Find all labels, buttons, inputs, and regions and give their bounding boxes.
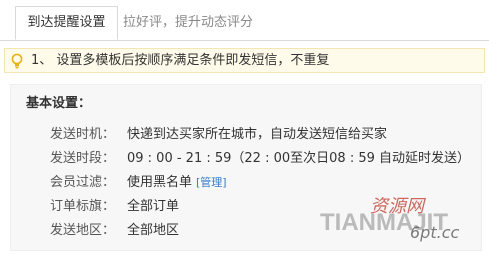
tab-good-reviews[interactable]: 拉好评，提升动态评分 [123,6,253,40]
member-filter-value-wrap: 使用黑名单 [管理] [127,173,227,193]
watermark-line2: 资源网 [370,196,426,217]
watermark-line3: 6pt.cc [410,223,459,242]
send-timing-value: 快递到达买家所在城市，自动发送短信给买家 [127,127,388,142]
lightbulb-icon [11,53,23,69]
watermark-logo: TIANMAJIT 资源网 6pt.cc [320,196,459,242]
order-flag-value: 全部订单 [127,199,180,214]
send-timing-label: 发送时机： [49,127,115,142]
send-period-value: 09 : 00 - 21 : 59（22 : 00至次日08 : 59 自动延时… [127,151,471,166]
notice-text: 1、 设置多模板后按顺序满足条件即发短信，不重复 [31,53,330,68]
order-flag-label: 订单标旗： [49,199,115,214]
member-filter-label: 会员过滤： [49,175,115,190]
send-region-value: 全部地区 [127,223,180,238]
settings-title: 基本设置： [26,96,92,111]
send-period-label: 发送时段： [49,151,115,166]
member-filter-value: 使用黑名单 [127,175,193,190]
manage-blacklist-link[interactable]: [管理] [196,176,227,189]
tab-arrival-reminder[interactable]: 到达提醒设置 [15,6,118,40]
send-region-label: 发送地区： [49,223,115,238]
tab-bar-divider [0,40,489,41]
notice-bar: 1、 设置多模板后按顺序满足条件即发短信，不重复 [4,48,485,73]
tab-bar: 到达提醒设置 拉好评，提升动态评分 [0,0,489,41]
